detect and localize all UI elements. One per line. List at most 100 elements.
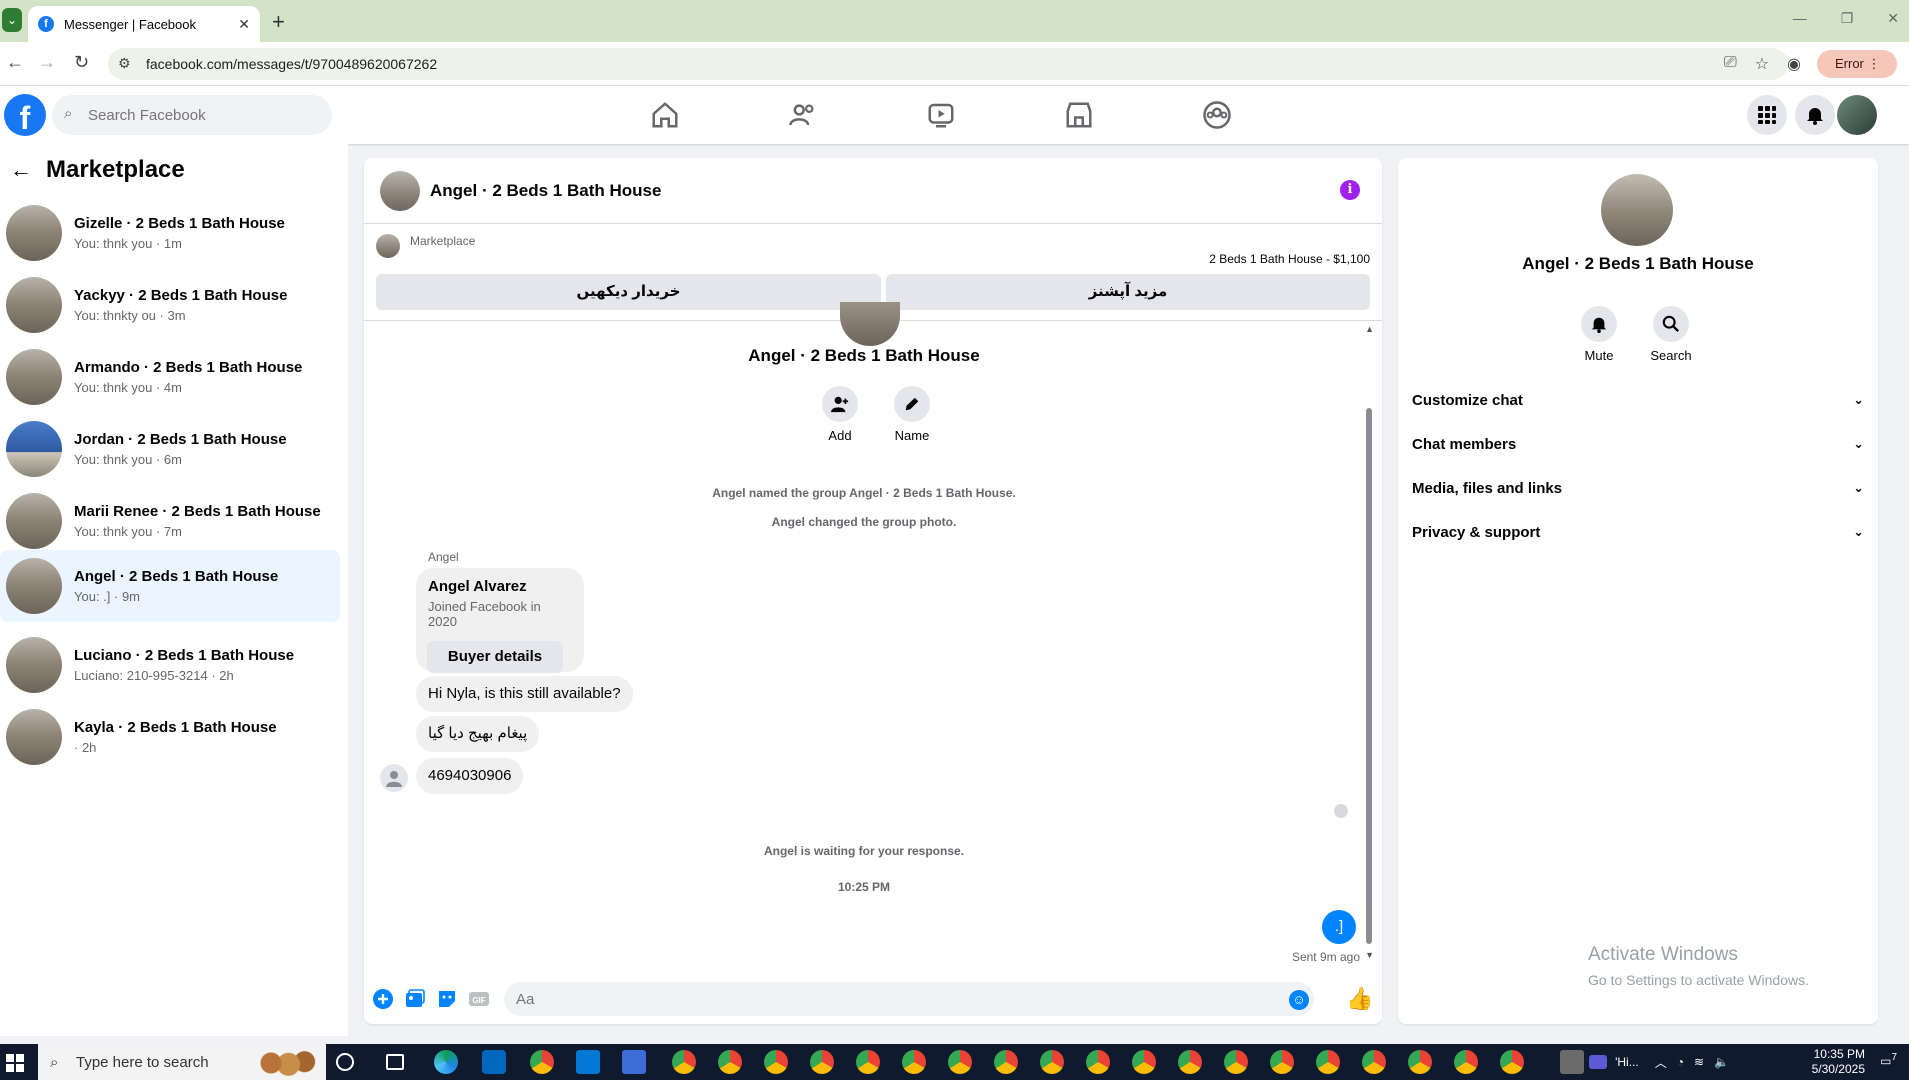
window-close-icon[interactable]: ✕ — [1887, 10, 1899, 27]
friends-icon[interactable] — [788, 100, 818, 130]
pencil-icon — [905, 397, 919, 411]
emoji-icon[interactable]: ☺ — [1289, 990, 1309, 1010]
tab-close-icon[interactable]: ✕ — [238, 16, 250, 33]
chrome-icon[interactable] — [1270, 1050, 1294, 1074]
message-input[interactable] — [504, 982, 1314, 1016]
chrome-icon[interactable] — [672, 1050, 696, 1074]
edge-icon[interactable] — [434, 1050, 458, 1074]
chat-scrollbar[interactable] — [1366, 408, 1372, 944]
reload-icon[interactable]: ↻ — [74, 52, 89, 73]
conversation-item[interactable]: Armando · 2 Beds 1 Bath House You: thnk y… — [0, 342, 340, 412]
rename-group-button[interactable]: Name — [882, 386, 942, 443]
info-icon[interactable]: i — [1340, 180, 1360, 200]
tray-notification-text[interactable]: 'Hi... — [1615, 1055, 1639, 1069]
bookmark-star-icon[interactable]: ☆ — [1755, 54, 1769, 74]
privacy-support-row[interactable]: Privacy & support ⌄ — [1412, 514, 1864, 550]
media-files-links-row[interactable]: Media, files and links ⌄ — [1412, 470, 1864, 506]
meet-now-icon[interactable] — [1589, 1055, 1608, 1069]
chat-header-name[interactable]: Angel · 2 Beds 1 Bath House — [430, 181, 661, 201]
conversation-item[interactable]: Kayla · 2 Beds 1 Bath House · 2h — [0, 702, 340, 772]
chrome-icon[interactable] — [530, 1050, 554, 1074]
chrome-icon[interactable] — [1454, 1050, 1478, 1074]
menu-grid-button[interactable] — [1747, 95, 1787, 135]
chrome-icon[interactable] — [718, 1050, 742, 1074]
conversation-item[interactable]: Gizelle · 2 Beds 1 Bath House You: thnk y… — [0, 198, 340, 268]
marketplace-icon[interactable] — [1064, 100, 1094, 130]
sticker-icon[interactable] — [436, 988, 458, 1010]
minimize-icon[interactable]: — — [1793, 10, 1807, 27]
network-icon[interactable]: ◔ — [1677, 1055, 1684, 1069]
windows-start-icon[interactable] — [6, 1054, 24, 1072]
home-icon[interactable] — [650, 100, 680, 130]
chrome-icon[interactable] — [1040, 1050, 1064, 1074]
wifi-icon[interactable]: ≋ — [1694, 1055, 1704, 1069]
tab-search-button[interactable]: ⌄ — [2, 8, 22, 32]
site-settings-icon[interactable]: ⚙ — [118, 55, 131, 72]
store-icon[interactable] — [482, 1050, 506, 1074]
chrome-icon[interactable] — [902, 1050, 926, 1074]
address-bar[interactable]: facebook.com/messages/t/9700489620067262 — [108, 48, 1788, 80]
account-avatar[interactable] — [1837, 95, 1877, 135]
more-actions-plus-icon[interactable] — [372, 988, 394, 1010]
conversation-item[interactable]: Marii Renee · 2 Beds 1 Bath House You: th… — [0, 486, 340, 556]
groups-icon[interactable] — [1202, 100, 1232, 130]
calculator-icon[interactable] — [1560, 1050, 1584, 1074]
chrome-icon[interactable] — [856, 1050, 880, 1074]
browser-tab-messenger[interactable]: f Messenger | Facebook ✕ — [28, 6, 260, 42]
back-arrow-icon[interactable]: ← — [10, 157, 32, 183]
customize-chat-row[interactable]: Customize chat ⌄ — [1412, 382, 1864, 418]
conversation-item-active[interactable]: Angel · 2 Beds 1 Bath House You: .] · 9m — [0, 550, 340, 622]
add-member-button[interactable]: Add — [810, 386, 870, 443]
back-arrow-icon[interactable]: ← — [6, 52, 24, 73]
chrome-icon[interactable] — [1408, 1050, 1432, 1074]
browser-tabbar: ⌄ f Messenger | Facebook ✕ + — ❐ ✕ — [0, 0, 1909, 42]
forward-arrow-icon[interactable]: → — [38, 52, 56, 73]
mail-icon[interactable] — [576, 1050, 600, 1074]
chrome-icon[interactable] — [810, 1050, 834, 1074]
profile-icon[interactable]: ◉ — [1787, 54, 1801, 74]
buyer-details-button[interactable]: Buyer details — [427, 641, 563, 673]
mute-button[interactable]: Mute — [1569, 306, 1629, 363]
video-icon[interactable] — [926, 100, 956, 130]
chrome-icon[interactable] — [1178, 1050, 1202, 1074]
chrome-icon[interactable] — [1500, 1050, 1524, 1074]
listing-title-price[interactable]: 2 Beds 1 Bath House - $1,100 — [1209, 252, 1370, 266]
browser-error-button[interactable]: Error ⋮ — [1817, 50, 1897, 78]
view-buyer-button[interactable]: خریدار دیکھیں — [376, 274, 881, 310]
chrome-icon[interactable] — [1086, 1050, 1110, 1074]
scroll-up-arrow-icon[interactable]: ▲ — [1365, 324, 1374, 334]
chat-header-avatar[interactable] — [380, 170, 420, 211]
chat-header: Angel · 2 Beds 1 Bath House — [364, 158, 1382, 224]
thumbs-up-icon[interactable]: 👍 — [1346, 986, 1373, 1012]
notifications-button[interactable] — [1795, 95, 1835, 135]
notification-center-icon[interactable]: ▭7 — [1880, 1052, 1897, 1068]
facebook-search-input[interactable] — [52, 95, 332, 135]
facebook-logo-icon[interactable]: f — [4, 94, 46, 136]
chevron-up-icon[interactable]: ︿ — [1655, 1054, 1667, 1071]
conversation-item[interactable]: Yackyy · 2 Beds 1 Bath House You: thnkty … — [0, 270, 340, 340]
gif-icon[interactable]: GIF — [468, 988, 490, 1010]
taskbar-clock[interactable]: 10:35 PM 5/30/2025 — [1812, 1047, 1865, 1077]
chrome-icon[interactable] — [1316, 1050, 1340, 1074]
chrome-icon[interactable] — [1224, 1050, 1248, 1074]
search-conversation-button[interactable]: Search — [1641, 306, 1701, 363]
cortana-icon[interactable] — [336, 1053, 354, 1071]
install-app-icon[interactable]: ⎚ — [1724, 54, 1737, 74]
chrome-icon[interactable] — [764, 1050, 788, 1074]
chat-members-row[interactable]: Chat members ⌄ — [1412, 426, 1864, 462]
listing-thumbnail[interactable] — [376, 234, 400, 258]
volume-icon[interactable]: 🔈 — [1714, 1055, 1729, 1069]
new-tab-plus-icon[interactable]: + — [272, 9, 285, 35]
photo-icon[interactable] — [404, 988, 426, 1010]
restore-icon[interactable]: ❐ — [1841, 10, 1854, 27]
chrome-icon[interactable] — [1362, 1050, 1386, 1074]
conversation-item[interactable]: Luciano · 2 Beds 1 Bath House Luciano: 21… — [0, 630, 340, 700]
task-view-icon[interactable] — [386, 1054, 404, 1070]
conversation-item[interactable]: Jordan · 2 Beds 1 Bath House You: thnk yo… — [0, 414, 340, 484]
scroll-down-arrow-icon[interactable]: ▼ — [1365, 950, 1374, 960]
more-options-button[interactable]: مزید آپشنز — [886, 274, 1370, 310]
chrome-icon[interactable] — [1132, 1050, 1156, 1074]
chrome-icon[interactable] — [994, 1050, 1018, 1074]
chrome-icon[interactable] — [948, 1050, 972, 1074]
app-icon[interactable] — [622, 1050, 646, 1074]
